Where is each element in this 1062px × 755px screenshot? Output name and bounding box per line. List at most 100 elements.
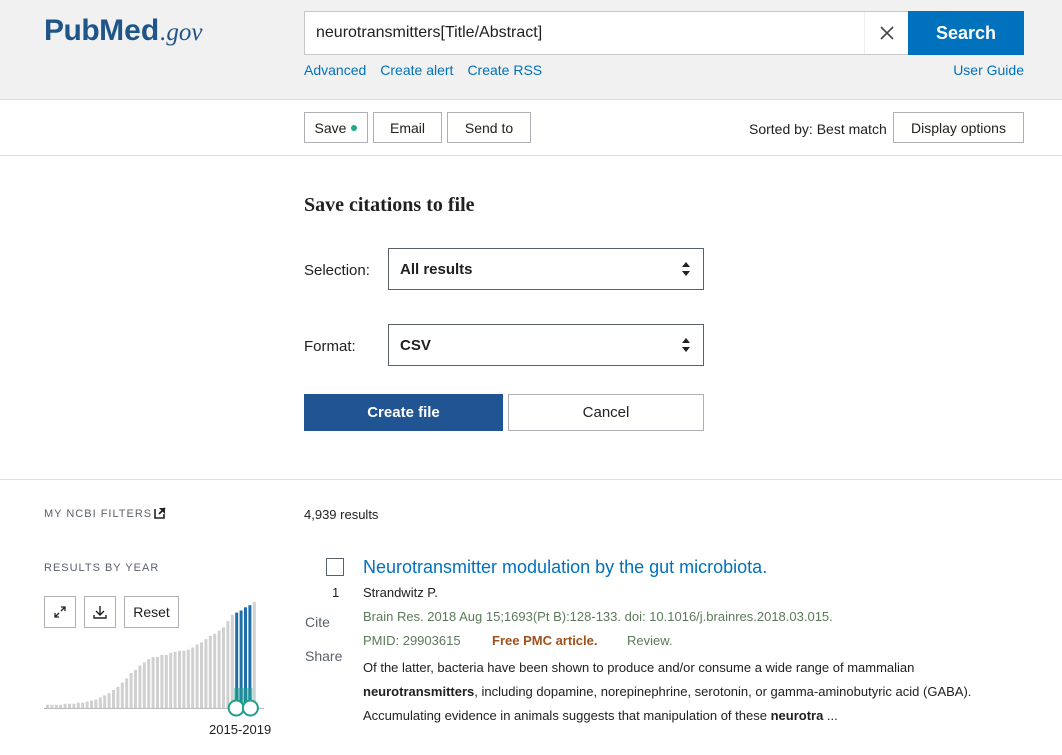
year-bar[interactable] [138, 665, 142, 708]
year-bar[interactable] [195, 644, 199, 708]
year-bar[interactable] [81, 702, 85, 708]
logo-med: Med [99, 14, 160, 47]
advanced-link[interactable]: Advanced [304, 62, 366, 78]
save-label: Save [314, 119, 347, 136]
close-icon [879, 26, 894, 40]
article-type: Review. [627, 633, 673, 648]
cite-button[interactable]: Cite [305, 614, 330, 630]
logo-gov: .gov [160, 19, 203, 46]
year-bar[interactable] [76, 702, 80, 708]
selection-label: Selection: [304, 262, 370, 279]
year-bar[interactable] [208, 635, 212, 708]
year-bar[interactable] [200, 642, 203, 708]
sort-label: Sorted by: Best match [749, 121, 887, 137]
results-by-year-chart[interactable] [44, 598, 264, 718]
year-bar[interactable] [230, 614, 234, 708]
year-bar[interactable] [129, 673, 133, 708]
year-bar[interactable] [173, 651, 177, 708]
external-link-icon[interactable] [154, 507, 166, 519]
year-bar[interactable] [112, 689, 115, 708]
save-citations-panel: Save citations to file Selection: All re… [0, 156, 1062, 480]
selection-value: All results [400, 260, 473, 278]
snippet-highlight: neurotransmitters [363, 684, 475, 699]
search-links: Advanced Create alert Create RSS [304, 62, 542, 78]
create-alert-link[interactable]: Create alert [380, 62, 453, 78]
year-bar[interactable] [182, 650, 186, 708]
results-toolbar: Save Email Send to Sorted by: Best match… [0, 100, 1062, 156]
year-bar[interactable] [226, 621, 230, 708]
year-bar[interactable] [204, 639, 208, 708]
logo-pub: Pub [44, 14, 100, 47]
year-bar[interactable] [63, 703, 67, 708]
clear-search-button[interactable] [864, 12, 908, 54]
cancel-button[interactable]: Cancel [508, 394, 704, 431]
year-bar[interactable] [107, 693, 111, 708]
active-dot-icon [351, 124, 358, 131]
share-button[interactable]: Share [305, 648, 342, 664]
year-bar[interactable] [160, 655, 164, 708]
article-citation: Brain Res. 2018 Aug 15;1693(Pt B):128-13… [363, 609, 833, 624]
year-bar[interactable] [94, 699, 98, 708]
range-end-handle[interactable] [241, 699, 259, 717]
select-arrows-icon [682, 262, 690, 276]
year-bar[interactable] [120, 682, 124, 708]
year-bar[interactable] [178, 650, 181, 708]
year-bar[interactable] [125, 678, 129, 708]
year-bar[interactable] [68, 703, 71, 708]
selection-select[interactable]: All results [388, 248, 704, 290]
year-bar[interactable] [186, 649, 190, 708]
year-bar[interactable] [103, 695, 107, 708]
create-file-button[interactable]: Create file [304, 394, 503, 431]
results-by-year-heading: RESULTS BY YEAR [44, 562, 160, 574]
format-label: Format: [304, 338, 356, 355]
year-bar[interactable] [151, 657, 155, 708]
format-select[interactable]: CSV [388, 324, 704, 366]
year-bar[interactable] [50, 704, 54, 708]
result-checkbox[interactable] [326, 558, 344, 576]
year-bar[interactable] [54, 704, 58, 708]
year-bar[interactable] [169, 652, 173, 708]
year-bar[interactable] [147, 659, 151, 708]
pubmed-logo[interactable]: Pub Med .gov [44, 14, 203, 54]
article-authors: Strandwitz P. [363, 585, 438, 600]
year-bar[interactable] [98, 697, 102, 708]
year-bar[interactable] [85, 701, 89, 708]
save-button[interactable]: Save [304, 112, 368, 143]
article-snippet: Of the latter, bacteria have been shown … [363, 656, 1003, 728]
year-bar[interactable] [72, 703, 76, 708]
search-input[interactable] [305, 12, 845, 54]
format-value: CSV [400, 336, 431, 354]
display-options-button[interactable]: Display options [893, 112, 1024, 143]
email-button[interactable]: Email [373, 112, 442, 143]
panel-title: Save citations to file [304, 194, 475, 216]
article-title-link[interactable]: Neurotransmitter modulation by the gut m… [363, 557, 767, 578]
search-box [304, 11, 908, 55]
year-bar[interactable] [222, 627, 225, 708]
year-bar[interactable] [90, 700, 93, 708]
my-ncbi-filters-heading: MY NCBI FILTERS [44, 508, 153, 520]
results-count: 4,939 results [304, 507, 379, 522]
year-bar[interactable] [116, 686, 120, 708]
result-number: 1 [332, 585, 340, 600]
year-bar[interactable] [164, 655, 168, 708]
year-bar[interactable] [142, 662, 146, 708]
select-arrows-icon [682, 338, 690, 352]
free-pmc-badge: Free PMC article. [492, 633, 598, 648]
user-guide-link[interactable]: User Guide [953, 62, 1024, 78]
year-bar[interactable] [59, 704, 63, 708]
year-bar[interactable] [217, 630, 221, 708]
year-range-label: 2015-2019 [209, 722, 272, 737]
year-bar[interactable] [213, 633, 217, 708]
year-bar[interactable] [252, 602, 256, 708]
snippet-highlight: neurotra [770, 708, 824, 723]
range-start-handle[interactable] [227, 699, 245, 717]
send-to-button[interactable]: Send to [447, 112, 531, 143]
article-pmid: PMID: 29903615 [363, 633, 461, 648]
year-bar[interactable] [46, 704, 49, 708]
year-bar[interactable] [191, 647, 195, 708]
create-rss-link[interactable]: Create RSS [467, 62, 542, 78]
search-button[interactable]: Search [908, 11, 1024, 55]
year-bar[interactable] [134, 669, 137, 708]
year-bar[interactable] [156, 657, 159, 708]
header: Pub Med .gov Search Advanced Create aler… [0, 0, 1062, 100]
